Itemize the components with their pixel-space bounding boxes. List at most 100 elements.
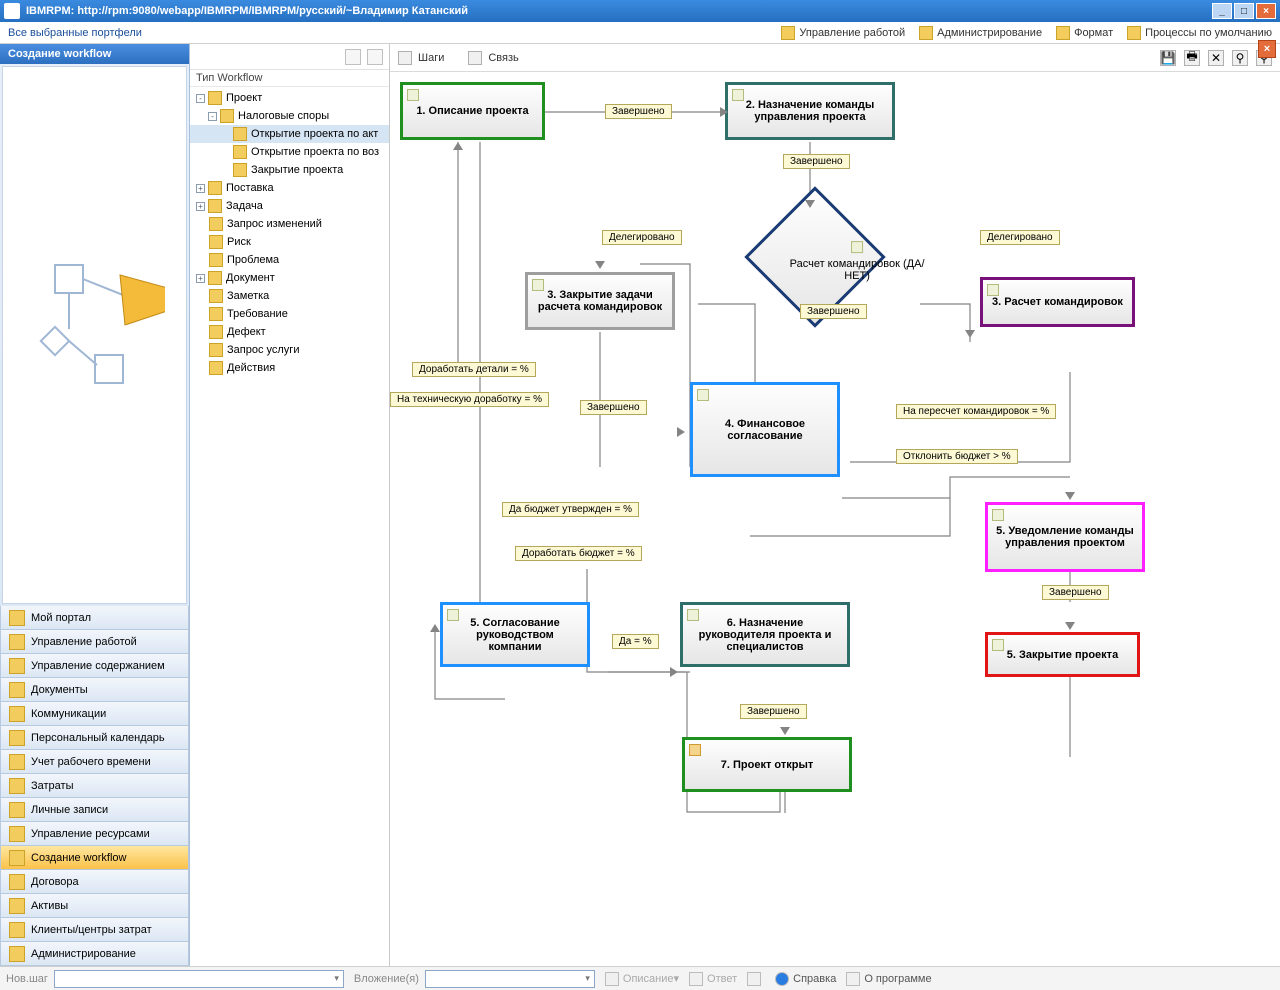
print-icon[interactable] — [345, 49, 361, 65]
nav-item[interactable]: Активы — [0, 894, 189, 918]
canvas-close-button[interactable]: × — [1258, 40, 1276, 58]
refresh-icon[interactable] — [367, 49, 383, 65]
node-4-finance[interactable]: 4. Финансовое согласование — [690, 382, 840, 477]
top-item-work[interactable]: Управление работой — [781, 26, 905, 40]
lbl-done-1: Завершено — [605, 104, 672, 119]
tool-link[interactable]: Связь — [468, 51, 518, 65]
tree-row[interactable]: Открытие проекта по воз — [190, 143, 389, 161]
zoom-in-icon[interactable]: ⚲ — [1232, 50, 1248, 66]
node-5-approve[interactable]: 5. Согласование руководством компании — [440, 602, 590, 667]
nav-icon — [9, 706, 25, 722]
expand-icon[interactable]: - — [208, 112, 217, 121]
top-item-admin[interactable]: Администрирование — [919, 26, 1042, 40]
doc-icon — [447, 609, 459, 621]
nav-item[interactable]: Управление работой — [0, 630, 189, 654]
tree-row[interactable]: Запрос услуги — [190, 341, 389, 359]
canvas-area: × Шаги Связь 💾 🖶 ✕ ⚲ ⚲ — [390, 44, 1280, 966]
nav-item[interactable]: Учет рабочего времени — [0, 750, 189, 774]
node-3a-close[interactable]: 3. Закрытие задачи расчета командировок — [525, 272, 675, 330]
print-canvas-icon[interactable]: 🖶 — [1184, 50, 1200, 66]
node-5-close-proj[interactable]: 5. Закрытие проекта — [985, 632, 1140, 677]
tree-row[interactable]: Действия — [190, 359, 389, 377]
nav-item[interactable]: Личные записи — [0, 798, 189, 822]
help-button[interactable]: Справка — [775, 972, 836, 986]
nav-icon — [9, 778, 25, 794]
doc-icon — [992, 509, 1004, 521]
tree-row[interactable]: Открытие проекта по акт — [190, 125, 389, 143]
lbl-rec: На пересчет командировок = % — [896, 404, 1056, 419]
tree-item-icon — [209, 307, 223, 321]
recycle-icon — [747, 972, 761, 986]
workflow-type-tree[interactable]: -Проект-Налоговые спорыОткрытие проекта … — [190, 87, 389, 966]
nav-item[interactable]: Коммуникации — [0, 702, 189, 726]
tree-item-icon — [233, 163, 247, 177]
nav-item[interactable]: Затраты — [0, 774, 189, 798]
tree-item-icon — [209, 235, 223, 249]
nav-item[interactable]: Договора — [0, 870, 189, 894]
nav-item[interactable]: Администрирование — [0, 942, 189, 966]
nav-item[interactable]: Мой портал — [0, 606, 189, 630]
nav-item[interactable]: Клиенты/центры затрат — [0, 918, 189, 942]
arrow-icon — [965, 330, 975, 338]
tree-row[interactable]: Дефект — [190, 323, 389, 341]
arrow-icon — [430, 624, 440, 632]
tree-row[interactable]: -Налоговые споры — [190, 107, 389, 125]
node-7-opened[interactable]: 7. Проект открыт — [682, 737, 852, 792]
tree-row[interactable]: +Документ — [190, 269, 389, 287]
close-window-button[interactable]: × — [1256, 3, 1276, 19]
expand-icon[interactable]: + — [196, 184, 205, 193]
maximize-button[interactable]: □ — [1234, 3, 1254, 19]
expand-icon[interactable]: + — [196, 202, 205, 211]
arrow-icon — [453, 142, 463, 150]
delete-icon[interactable]: ✕ — [1208, 50, 1224, 66]
arrow-icon — [780, 727, 790, 735]
node-5-notify[interactable]: 5. Уведомление команды управления проект… — [985, 502, 1145, 572]
about-button[interactable]: О программе — [846, 972, 931, 986]
tree-row[interactable]: Проблема — [190, 251, 389, 269]
tree-row[interactable]: Требование — [190, 305, 389, 323]
tree-row[interactable]: Запрос изменений — [190, 215, 389, 233]
nav-item[interactable]: Создание workflow — [0, 846, 189, 870]
expand-icon[interactable]: + — [196, 274, 205, 283]
nav-item[interactable]: Документы — [0, 678, 189, 702]
tree-row[interactable]: Заметка — [190, 287, 389, 305]
lbl-done-6: Завершено — [740, 704, 807, 719]
desc-button[interactable]: Описание ▾ — [605, 972, 679, 986]
save-icon[interactable]: 💾 — [1160, 50, 1176, 66]
attach-select[interactable]: ▾ — [425, 970, 595, 988]
node-1-desc[interactable]: 1. Описание проекта — [400, 82, 545, 140]
nav-icon — [9, 922, 25, 938]
recycle-button[interactable] — [747, 972, 765, 986]
answer-button[interactable]: Ответ — [689, 972, 737, 986]
node-3b-calc[interactable]: 3. Расчет командировок — [980, 277, 1135, 327]
nav-item[interactable]: Управление содержанием — [0, 654, 189, 678]
top-item-default-proc[interactable]: Процессы по умолчанию — [1127, 26, 1272, 40]
steps-icon — [398, 51, 412, 65]
help-icon — [775, 972, 789, 986]
lbl-rej: Отклонить бюджет > % — [896, 449, 1018, 464]
tree-row[interactable]: Закрытие проекта — [190, 161, 389, 179]
minimize-button[interactable]: _ — [1212, 3, 1232, 19]
node-6-assign[interactable]: 6. Назначение руководителя проекта и спе… — [680, 602, 850, 667]
workflow-canvas[interactable]: 1. Описание проекта 2. Назначение команд… — [390, 72, 1280, 966]
lbl-det: Доработать детали = % — [412, 362, 536, 377]
arrow-icon — [670, 667, 678, 677]
portfolio-label[interactable]: Все выбранные портфели — [8, 27, 767, 39]
nav-item[interactable]: Управление ресурсами — [0, 822, 189, 846]
tree-row[interactable]: +Задача — [190, 197, 389, 215]
top-item-format[interactable]: Формат — [1056, 26, 1113, 40]
tree-item-icon — [209, 343, 223, 357]
new-step-select[interactable]: ▾ — [54, 970, 344, 988]
nav-item[interactable]: Персональный календарь — [0, 726, 189, 750]
tree-row[interactable]: Риск — [190, 233, 389, 251]
tool-steps[interactable]: Шаги — [398, 51, 444, 65]
doc-icon — [987, 284, 999, 296]
tree-item-icon — [209, 217, 223, 231]
workflow-preview — [2, 66, 187, 604]
tree-row[interactable]: -Проект — [190, 89, 389, 107]
node-2-team[interactable]: 2. Назначение команды управления проекта — [725, 82, 895, 140]
expand-icon[interactable]: - — [196, 94, 205, 103]
lbl-appr: Да бюджет утвержден = % — [502, 502, 639, 517]
tree-row[interactable]: +Поставка — [190, 179, 389, 197]
tree-header: Тип Workflow — [190, 70, 389, 87]
